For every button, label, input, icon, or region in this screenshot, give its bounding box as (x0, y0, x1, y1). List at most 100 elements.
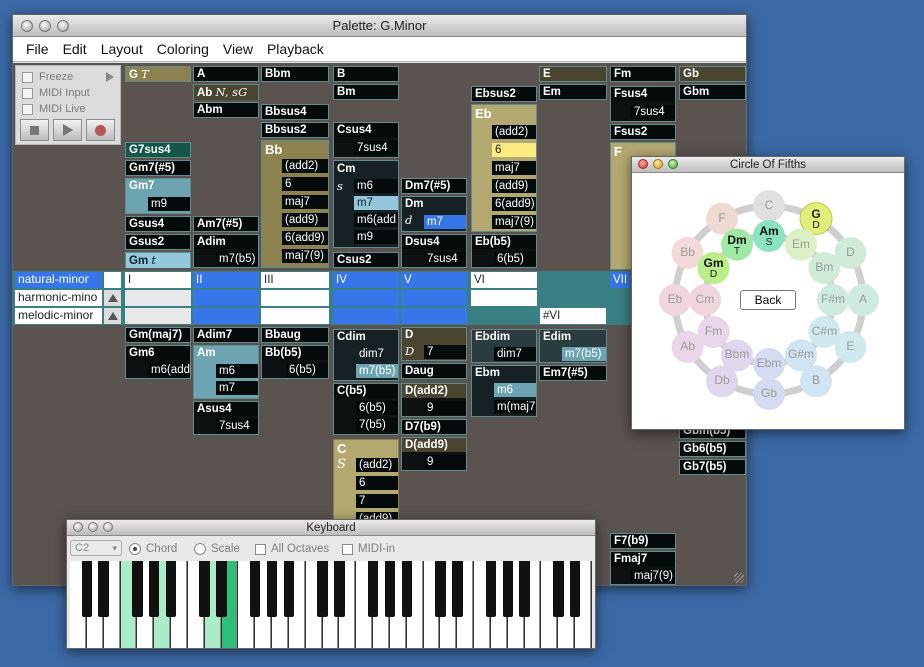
chord-eb[interactable]: Eb (add2) 6 maj7 (add9) 6(add9) maj7(9) (471, 104, 537, 232)
black-key[interactable] (148, 561, 160, 617)
chord-daug[interactable]: Daug (401, 363, 467, 379)
black-key[interactable] (266, 561, 278, 617)
circle-node-am[interactable] (753, 220, 785, 252)
chord-a[interactable]: A (193, 66, 259, 82)
melodic-minor-toggle[interactable] (104, 308, 121, 324)
chord-fm[interactable]: Fm (610, 66, 676, 82)
black-key[interactable] (98, 561, 109, 617)
chord-am7-sharp5[interactable]: Am7(#5) (193, 216, 259, 232)
circle-node-em[interactable] (785, 228, 817, 261)
black-key[interactable] (283, 561, 295, 617)
menu-file[interactable]: File (26, 41, 49, 57)
melodic-i[interactable] (125, 308, 191, 324)
all-octaves-checkbox[interactable]: All Octaves (255, 543, 329, 555)
black-key[interactable] (132, 561, 143, 617)
chord-abm[interactable]: Abm (193, 102, 259, 118)
degree-iv[interactable]: IV (333, 272, 399, 288)
chord-g7sus4[interactable]: G7sus4 (125, 142, 191, 158)
chord-gb[interactable]: Gb (679, 66, 746, 82)
octave-select[interactable]: C2 ▾ (70, 540, 122, 556)
black-key[interactable] (553, 561, 564, 617)
back-button[interactable]: Back (740, 290, 796, 310)
harmonic-iv[interactable] (333, 290, 399, 306)
chord-radio[interactable]: Chord (129, 543, 177, 555)
zoom-button-icon[interactable] (103, 522, 113, 532)
chord-gm[interactable]: Gm t (125, 252, 191, 268)
chord-bm[interactable]: Bm (333, 84, 399, 100)
chord-ab[interactable]: Ab N, sG (193, 84, 259, 100)
chord-ebm[interactable]: Ebm m6 m(maj7 (471, 365, 537, 417)
minimize-button-icon[interactable] (653, 159, 663, 169)
chord-fmaj7[interactable]: Fmaj7 maj7(9) (610, 551, 676, 585)
minimize-button-icon[interactable] (39, 20, 51, 32)
degree-ii[interactable]: II (193, 272, 259, 288)
menu-edit[interactable]: Edit (63, 41, 87, 57)
menu-coloring[interactable]: Coloring (157, 41, 209, 57)
chord-bbaug[interactable]: Bbaug (261, 327, 329, 343)
midi-live-toggle[interactable]: MIDI Live (22, 103, 85, 115)
harmonic-i[interactable] (125, 290, 191, 306)
close-button-icon[interactable] (638, 159, 648, 169)
circle-node-fsharpm[interactable] (817, 284, 849, 316)
melodic-v[interactable] (401, 308, 467, 324)
chord-gm6[interactable]: Gm6 m6(add (125, 345, 191, 379)
mode-harmonic-minor[interactable]: harmonic-mino (15, 290, 102, 306)
chord-cdim[interactable]: Cdim dim7 m7(b5) (333, 329, 399, 381)
chord-fsus4[interactable]: Fsus4 7sus4 (610, 86, 676, 122)
black-key[interactable] (367, 561, 379, 617)
melodic-iv[interactable] (333, 308, 399, 324)
harmonic-ii[interactable] (193, 290, 259, 306)
chord-bb-b5[interactable]: Bb(b5) 6(b5) (261, 345, 329, 379)
chord-gbm-b5[interactable]: Gbm(b5) (679, 429, 746, 439)
chord-e[interactable]: E (539, 66, 607, 82)
chord-edim[interactable]: Edim m7(b5) (539, 329, 607, 363)
menu-view[interactable]: View (223, 41, 253, 57)
circle-node-dm[interactable] (721, 228, 753, 261)
black-key[interactable] (569, 561, 581, 617)
menu-playback[interactable]: Playback (267, 41, 324, 57)
harmonic-iii[interactable] (261, 290, 329, 306)
chord-c-b5[interactable]: C(b5) 6(b5) 7(b5) (333, 383, 399, 435)
black-key[interactable] (502, 561, 514, 617)
degree-i[interactable]: I (125, 272, 191, 288)
chord-g[interactable]: G T (125, 66, 191, 82)
chord-gsus4[interactable]: Gsus4 (125, 216, 191, 232)
zoom-button-icon[interactable] (57, 20, 69, 32)
palette-titlebar[interactable]: Palette: G.Minor (13, 15, 746, 37)
black-key[interactable] (199, 561, 210, 617)
record-button[interactable] (86, 119, 115, 141)
play-button[interactable] (53, 119, 82, 141)
circle-node-ebm[interactable] (753, 348, 785, 380)
chord-adim[interactable]: Adim m7(b5) (193, 234, 259, 268)
close-button-icon[interactable] (73, 522, 83, 532)
menu-layout[interactable]: Layout (101, 41, 143, 57)
black-key[interactable] (485, 561, 497, 617)
chord-bbsus2[interactable]: Bbsus2 (261, 122, 329, 138)
midi-in-checkbox[interactable]: MIDI-in (342, 543, 395, 555)
chord-csus2[interactable]: Csus2 (333, 252, 399, 268)
circle-node-bm[interactable] (808, 252, 841, 284)
chord-gsus2[interactable]: Gsus2 (125, 234, 191, 250)
harmonic-vi[interactable] (471, 290, 537, 306)
chord-ebsus2[interactable]: Ebsus2 (471, 86, 537, 102)
mode-natural-minor[interactable]: natural-minor (15, 272, 102, 288)
chord-am[interactable]: Am m6 m7 (193, 345, 259, 399)
scale-radio[interactable]: Scale (194, 543, 240, 555)
chord-d[interactable]: D D 7 (401, 327, 467, 361)
freeze-toggle[interactable]: Freeze (22, 71, 73, 83)
degree-vi[interactable]: VI (471, 272, 537, 288)
black-key[interactable] (250, 561, 261, 617)
circle-node-eb[interactable] (659, 284, 691, 316)
chord-gm-maj7[interactable]: Gm(maj7) (125, 327, 191, 343)
chord-d-add9[interactable]: D(add9) 9 (401, 437, 467, 471)
circle-node-gm[interactable] (697, 252, 730, 284)
chord-eb-b5[interactable]: Eb(b5) 6(b5) (471, 234, 537, 268)
circle-node-csharpm[interactable] (808, 316, 841, 348)
stop-button[interactable] (20, 119, 49, 141)
natural-minor-toggle[interactable] (104, 272, 121, 288)
chord-em[interactable]: Em (539, 84, 607, 100)
chord-cm[interactable]: Cm s m6 m7 m6(add m9 (333, 160, 399, 248)
chord-asus4[interactable]: Asus4 7sus4 (193, 401, 259, 435)
circle-titlebar[interactable]: Circle Of Fifths (632, 157, 904, 173)
chord-csus4[interactable]: Csus4 7sus4 (333, 122, 399, 158)
